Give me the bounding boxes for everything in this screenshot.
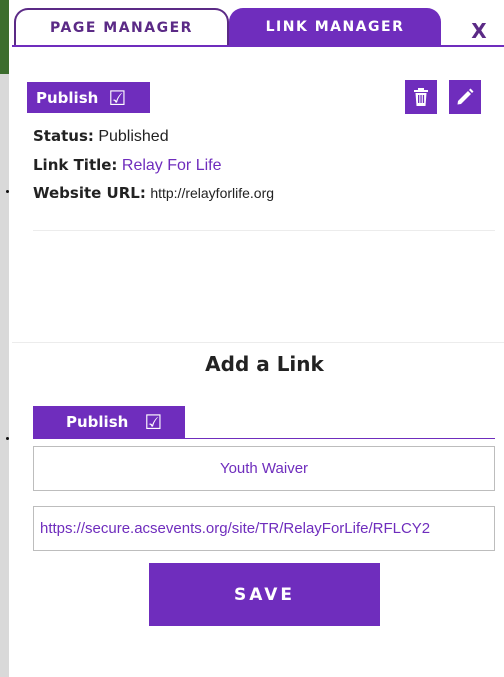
delete-link-button[interactable] <box>405 80 437 114</box>
status-label: Status: <box>33 127 94 145</box>
publish-toggle-existing[interactable]: Publish ☑ <box>27 82 150 113</box>
link-title-input-value: Youth Waiver <box>219 460 309 477</box>
status-value: Published <box>98 128 169 145</box>
checkbox-checked-icon: ☑ <box>108 85 127 110</box>
publish-label: Publish <box>36 88 99 107</box>
status-row: Status: Published <box>33 127 169 146</box>
website-url-input-value: https://secure.acsevents.org/site/TR/Rel… <box>40 520 431 537</box>
edit-link-button[interactable] <box>449 80 481 114</box>
edge-marker <box>6 437 9 440</box>
left-edge-strip <box>0 0 9 677</box>
link-title-value: Relay For Life <box>121 157 222 174</box>
website-url-input[interactable]: https://secure.acsevents.org/site/TR/Rel… <box>33 506 495 551</box>
divider <box>12 342 504 343</box>
publish-label: Publish <box>66 413 129 431</box>
divider <box>33 230 495 231</box>
website-url-label: Website URL: <box>33 184 146 202</box>
add-link-heading: Add a Link <box>205 352 324 376</box>
trash-icon <box>414 88 428 106</box>
link-title-input[interactable]: Youth Waiver <box>33 446 495 491</box>
publish-toggle-new[interactable]: Publish ☑ <box>33 406 185 438</box>
publish-underline <box>33 438 495 439</box>
link-manager-panel: PAGE MANAGER LINK MANAGER X Publish ☑ St… <box>12 0 504 677</box>
tab-link-manager[interactable]: LINK MANAGER <box>229 8 441 45</box>
checkbox-checked-icon: ☑ <box>144 410 163 434</box>
tab-underline <box>12 45 504 47</box>
pencil-icon <box>457 88 474 105</box>
save-button[interactable]: SAVE <box>149 563 380 626</box>
tab-page-manager[interactable]: PAGE MANAGER <box>14 8 229 45</box>
close-button[interactable]: X <box>464 18 494 44</box>
link-title-row: Link Title: Relay For Life <box>33 156 221 175</box>
edge-marker <box>6 190 9 193</box>
website-url-row: Website URL: http://relayforlife.org <box>33 184 274 203</box>
website-url-value: http://relayforlife.org <box>150 185 275 201</box>
link-title-label: Link Title: <box>33 156 118 174</box>
background-image-sliver <box>0 0 9 74</box>
